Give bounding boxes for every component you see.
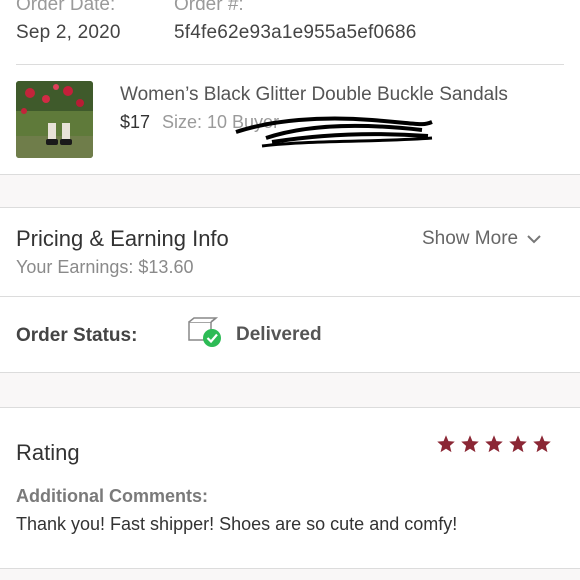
delivered-box-icon [188,317,221,347]
order-number-label: Order #: [174,0,244,15]
rating-stars [436,434,552,454]
order-number-value: 5f4fe62e93a1e955a5ef0686 [174,22,417,43]
order-status-value: Delivered [236,324,322,345]
star-icon [437,435,455,453]
divider [16,64,564,65]
item-title[interactable]: Women’s Black Glitter Double Buckle Sand… [120,84,508,106]
item-price: $17 [120,112,151,132]
section-spacer [0,373,580,407]
star-icon [461,435,479,453]
earnings-text: Your Earnings: $13.60 [16,257,194,277]
show-more-button[interactable]: Show More [422,228,542,250]
chevron-down-icon [527,235,541,244]
rating-label: Rating [16,440,80,465]
pricing-title: Pricing & Earning Info [16,226,229,251]
order-status-label: Order Status: [16,325,138,346]
section-spacer [0,569,580,580]
order-date-value: Sep 2, 2020 [16,22,121,43]
star-icon [533,435,551,453]
order-date-label: Order Date: [16,0,116,15]
star-icon [485,435,503,453]
divider [0,207,580,208]
comments-text: Thank you! Fast shipper! Shoes are so cu… [16,514,458,534]
divider [0,296,580,297]
redaction-scribble [235,116,433,148]
show-more-label: Show More [422,228,519,249]
item-thumbnail[interactable] [16,81,93,158]
star-icon [509,435,527,453]
divider [0,407,580,408]
comments-label: Additional Comments: [16,486,208,506]
section-spacer [0,175,580,207]
